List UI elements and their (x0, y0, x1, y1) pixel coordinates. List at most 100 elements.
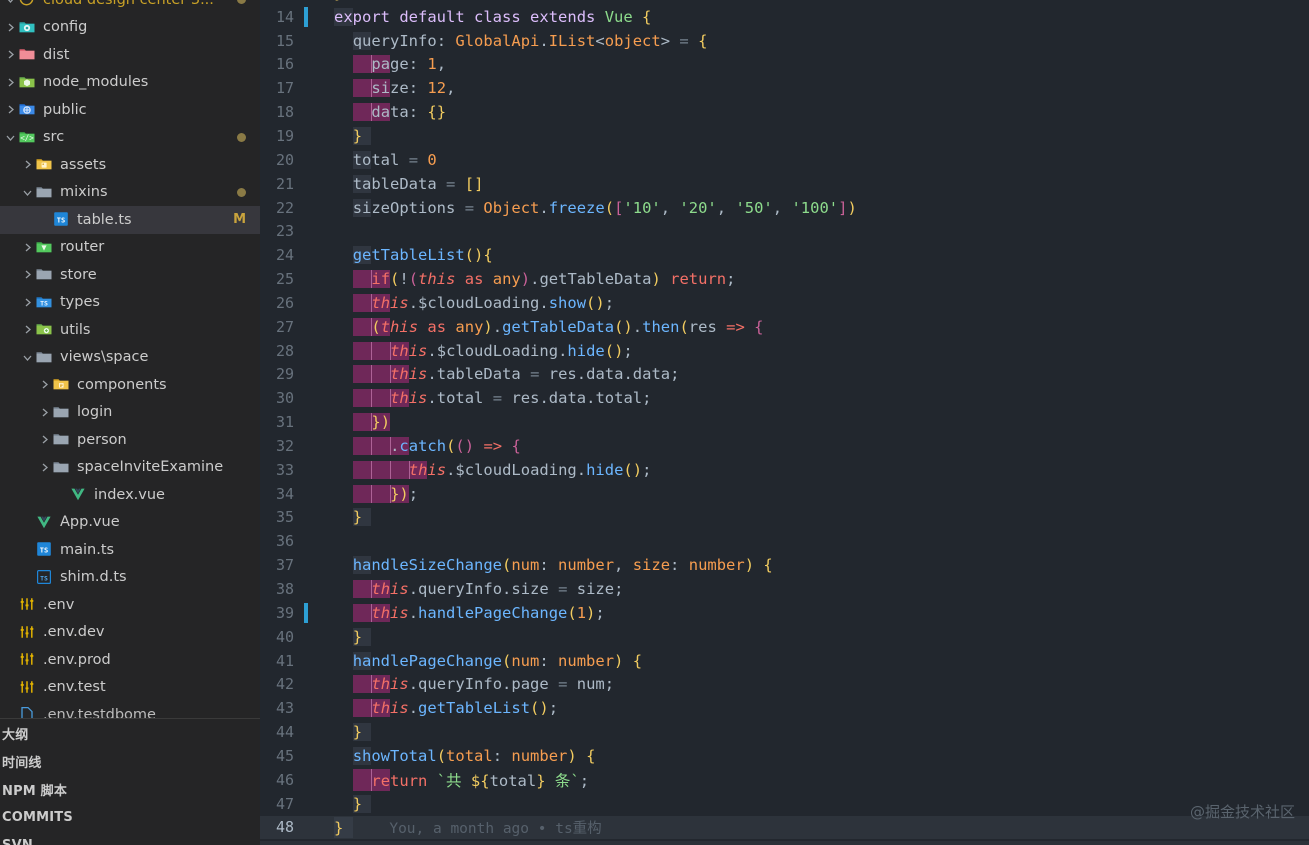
tree-row-spaceinviteexamine[interactable]: spaceInviteExamine (0, 454, 260, 482)
line-number: 14 (275, 7, 294, 26)
code-line[interactable]: 39 this.handlePageChange(1); (260, 601, 1309, 625)
code-line[interactable]: 34 }); (260, 482, 1309, 506)
code-line[interactable]: 18 data: {} (260, 100, 1309, 124)
tree-row-shim-d-ts[interactable]: TS shim.d.ts (0, 564, 260, 592)
code-line[interactable]: 46 return `共 ${total} 条`; (260, 768, 1309, 792)
code-line[interactable]: 15 queryInfo: GlobalApi.IList<object> = … (260, 29, 1309, 53)
code-line[interactable]: 30 this.total = res.data.total; (260, 386, 1309, 410)
tree-row--env-test[interactable]: .env.test (0, 674, 260, 702)
code-line[interactable]: 29 this.tableData = res.data.data; (260, 363, 1309, 387)
panel-header-2[interactable]: NPM 脚本 (0, 775, 260, 803)
chevron-right-icon[interactable] (2, 49, 18, 60)
chevron-down-icon[interactable] (19, 187, 35, 198)
chevron-right-icon[interactable] (19, 297, 35, 308)
chevron-right-icon[interactable] (2, 77, 18, 88)
file-tree[interactable]: cloud design center 3... config dist node_… (0, 0, 260, 718)
tree-row-public[interactable]: public (0, 96, 260, 124)
tree-row-label: main.ts (60, 541, 115, 558)
tree-row-assets[interactable]: assets (0, 151, 260, 179)
code-text: this.$cloudLoading.show(); (308, 293, 1309, 312)
panel-header-1[interactable]: 时间线 (0, 747, 260, 775)
code-line[interactable]: 21 tableData = [] (260, 172, 1309, 196)
chevron-right-icon[interactable] (36, 407, 52, 418)
chevron-right-icon[interactable] (19, 242, 35, 253)
panel-header-3[interactable]: COMMITS (0, 803, 260, 831)
chevron-right-icon[interactable] (19, 159, 35, 170)
code-line[interactable]: 47 } (260, 792, 1309, 816)
tree-row--env[interactable]: .env (0, 591, 260, 619)
chevron-down-icon[interactable] (2, 132, 18, 143)
code-line[interactable]: 48} You, a month ago • ts重构 (260, 815, 1309, 840)
tree-row-components[interactable]: components (0, 371, 260, 399)
code-text: this.queryInfo.page = num; (308, 675, 1309, 694)
vue-file-icon (69, 485, 88, 504)
code-content: sizeOptions = Object.freeze(['10', '20',… (352, 198, 857, 217)
chevron-right-icon[interactable] (36, 379, 52, 390)
code-line[interactable]: 36 (260, 529, 1309, 553)
code-line[interactable]: 41 handlePageChange(num: number) { (260, 649, 1309, 673)
code-line[interactable]: 32 .catch(() => { (260, 434, 1309, 458)
code-line[interactable]: 25 if(!(this as any).getTableData) retur… (260, 267, 1309, 291)
tree-row-views-space[interactable]: views\space (0, 344, 260, 372)
code-line[interactable]: 19 } (260, 124, 1309, 148)
code-lines[interactable]: 13}) 14 export default class extends Vue {… (260, 0, 1309, 845)
code-line[interactable]: 31 }) (260, 410, 1309, 434)
tree-row-dist[interactable]: dist (0, 41, 260, 69)
chevron-down-icon[interactable] (19, 352, 35, 363)
unstaged-dot (237, 0, 246, 5)
line-number: 18 (275, 103, 294, 122)
code-line[interactable]: 40 } (260, 625, 1309, 649)
code-line[interactable]: 35 } (260, 506, 1309, 530)
code-line[interactable]: 27 (this as any).getTableData().then(res… (260, 315, 1309, 339)
unstaged-dot (237, 187, 246, 197)
code-line[interactable]: 37 handleSizeChange(num: number, size: n… (260, 553, 1309, 577)
panel-header-0[interactable]: 大纲 (0, 718, 260, 747)
chevron-right-icon[interactable] (36, 434, 52, 445)
tree-row-mixins[interactable]: mixins (0, 179, 260, 207)
tree-row-label: dist (43, 46, 70, 63)
code-line[interactable]: 45 showTotal(total: number) { (260, 744, 1309, 768)
tree-row-table-ts[interactable]: TS table.ts M (0, 206, 260, 234)
code-line[interactable]: 20 total = 0 (260, 148, 1309, 172)
tree-row--env-dev[interactable]: .env.dev (0, 619, 260, 647)
tree-row-root[interactable]: cloud design center 3... (0, 0, 260, 14)
code-line[interactable]: 14 export default class extends Vue { (260, 5, 1309, 29)
tree-row-main-ts[interactable]: TS main.ts (0, 536, 260, 564)
code-line[interactable]: 42 this.queryInfo.page = num; (260, 672, 1309, 696)
code-line[interactable]: 24 getTableList(){ (260, 243, 1309, 267)
tree-row--env-testdbome[interactable]: .env.testdbome (0, 701, 260, 718)
tree-row-root-label: cloud design center 3... (43, 0, 214, 8)
code-line[interactable]: 16 page: 1, (260, 53, 1309, 77)
chevron-right-icon[interactable] (36, 462, 52, 473)
code-line[interactable]: 43 this.getTableList(); (260, 696, 1309, 720)
tree-row-store[interactable]: store (0, 261, 260, 289)
chevron-right-icon[interactable] (19, 324, 35, 335)
chevron-right-icon[interactable] (2, 22, 18, 33)
code-line[interactable]: 22 sizeOptions = Object.freeze(['10', '2… (260, 196, 1309, 220)
chevron-down-icon[interactable] (2, 0, 18, 5)
panel-header-4[interactable]: SVN (0, 831, 260, 845)
code-line[interactable]: 38 this.queryInfo.size = size; (260, 577, 1309, 601)
chevron-right-icon[interactable] (2, 104, 18, 115)
tree-row-node_modules[interactable]: node_modules (0, 69, 260, 97)
folder-plain-icon (35, 348, 54, 367)
code-text: this.getTableList(); (308, 699, 1309, 718)
chevron-right-icon[interactable] (19, 269, 35, 280)
tree-row-app-vue[interactable]: App.vue (0, 509, 260, 537)
code-line[interactable]: 17 size: 12, (260, 76, 1309, 100)
tree-row-utils[interactable]: utils (0, 316, 260, 344)
tree-row-person[interactable]: person (0, 426, 260, 454)
tree-row-src[interactable]: </> src (0, 124, 260, 152)
code-line[interactable]: 33 this.$cloudLoading.hide(); (260, 458, 1309, 482)
code-line[interactable]: 26 this.$cloudLoading.show(); (260, 291, 1309, 315)
code-line[interactable]: 28 this.$cloudLoading.hide(); (260, 339, 1309, 363)
code-line[interactable]: 44 } (260, 720, 1309, 744)
code-line[interactable]: 23 (260, 219, 1309, 243)
code-editor[interactable]: 13}) 14 export default class extends Vue {… (260, 0, 1309, 845)
tree-row-types[interactable]: TS types (0, 289, 260, 317)
tree-row-router[interactable]: router (0, 234, 260, 262)
tree-row-config[interactable]: config (0, 14, 260, 42)
tree-row-index-vue[interactable]: index.vue (0, 481, 260, 509)
tree-row-login[interactable]: login (0, 399, 260, 427)
tree-row--env-prod[interactable]: .env.prod (0, 646, 260, 674)
